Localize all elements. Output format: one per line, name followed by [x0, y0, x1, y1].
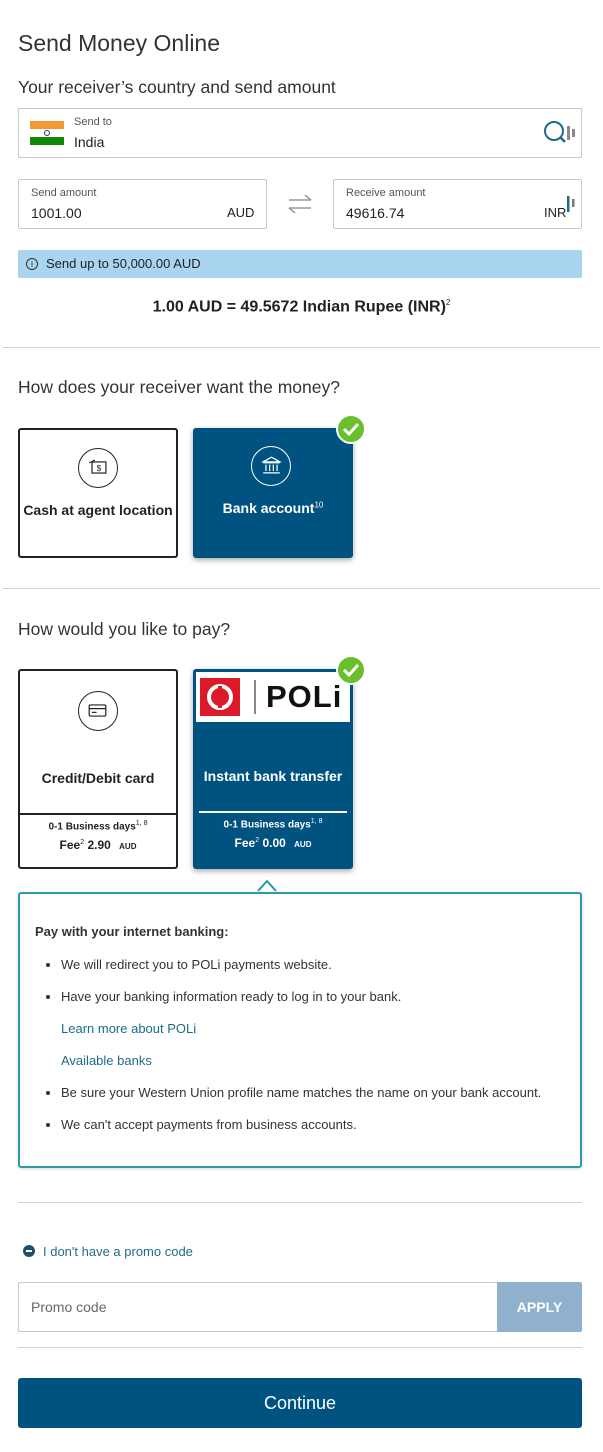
instant-days-text: 0-1 Business days — [223, 819, 311, 831]
card-option-label: Credit/Debit card — [41, 770, 155, 786]
bank-icon — [251, 446, 291, 486]
poli-brand-text: POLi — [266, 679, 343, 714]
bank-option-footnote: 10 — [314, 500, 324, 510]
continue-button[interactable]: Continue — [18, 1378, 582, 1428]
exchange-rate-text: 1.00 AUD = 49.5672 Indian Rupee (INR) — [152, 298, 446, 316]
card-option-days: 0-1 Business days1, 8 — [20, 820, 176, 832]
send-to-value: India — [74, 134, 105, 150]
svg-text:$: $ — [96, 463, 101, 473]
card-option-fee: Fee2 2.90 AUD — [20, 838, 176, 852]
send-limit-info: i Send up to 50,000.00 AUD — [18, 250, 582, 278]
card-option-divider — [20, 813, 176, 815]
instant-transfer-divider — [199, 811, 347, 813]
cash-icon: $ — [78, 448, 118, 488]
send-amount-value: 1001.00 — [31, 205, 82, 221]
instant-transfer-fee: Fee2 0.00 AUD — [193, 836, 353, 850]
poli-info-bullet-text: We will redirect you to POLi payments we… — [61, 957, 332, 972]
poli-info-bullet-text: We can't accept payments from business a… — [61, 1117, 357, 1132]
instant-fee-value: 0.00 — [262, 836, 286, 850]
send-amount-label: Send amount — [31, 187, 97, 199]
search-icon[interactable] — [543, 120, 577, 146]
instant-fee-currency: AUD — [294, 840, 312, 849]
promo-code-placeholder: Promo code — [31, 1299, 107, 1315]
pay-method-heading: How would you like to pay? — [18, 619, 231, 639]
chevron-up-icon — [256, 876, 278, 893]
poli-info-heading: Pay with your internet banking: — [35, 924, 229, 939]
poli-info-panel: Pay with your internet banking: We will … — [18, 892, 582, 1168]
divider — [18, 1347, 582, 1348]
card-option-days-footnote: 1, 8 — [135, 820, 148, 827]
instant-fee-label: Fee — [234, 836, 256, 850]
card-fee-currency: AUD — [119, 842, 137, 851]
selected-check-icon — [336, 655, 366, 685]
receive-amount-value: 49616.74 — [346, 205, 405, 221]
promo-toggle-label: I don't have a promo code — [43, 1244, 193, 1259]
divider — [18, 1202, 582, 1203]
card-fee-value: 2.90 — [87, 838, 111, 852]
poli-info-bullet-text: Be sure your Western Union profile name … — [61, 1085, 542, 1100]
apply-button[interactable]: APPLY — [497, 1282, 582, 1332]
exchange-rate-footnote: 2 — [445, 298, 451, 307]
instant-fee-footnote: 2 — [255, 837, 260, 844]
learn-more-poli-link[interactable]: Learn more about POLi — [61, 1021, 196, 1036]
receive-currency: INR — [544, 205, 567, 220]
cash-option-label: Cash at agent location — [23, 502, 173, 518]
selected-check-icon — [336, 414, 366, 444]
send-to-label: Send to — [74, 116, 112, 128]
card-fee-footnote: 2 — [80, 839, 85, 846]
divider — [3, 347, 600, 348]
receive-option-bank-account[interactable]: Bank account10 — [193, 428, 353, 558]
exchange-rate: 1.00 AUD = 49.5672 Indian Rupee (INR)2 — [0, 298, 603, 316]
card-fee-label: Fee — [59, 838, 81, 852]
receive-method-heading: How does your receiver want the money? — [18, 377, 340, 397]
minus-circle-icon — [23, 1245, 35, 1257]
card-option-days-text: 0-1 Business days — [48, 821, 136, 833]
instant-transfer-days: 0-1 Business days1, 8 — [193, 818, 353, 830]
swap-icon[interactable] — [286, 192, 314, 216]
bank-option-label: Bank account10 — [193, 500, 353, 516]
info-icon: i — [26, 258, 38, 270]
bars-icon — [566, 194, 578, 214]
pay-option-card[interactable]: Credit/Debit card 0-1 Business days1, 8 … — [18, 669, 178, 869]
promo-code-input[interactable]: Promo code — [18, 1282, 498, 1332]
receive-amount-label: Receive amount — [346, 187, 426, 199]
divider — [3, 588, 600, 589]
bank-option-label-text: Bank account — [222, 500, 315, 516]
send-currency: AUD — [227, 205, 255, 220]
available-banks-link[interactable]: Available banks — [61, 1053, 152, 1068]
poli-logo: POLi — [196, 672, 350, 722]
page-title: Send Money Online — [18, 30, 221, 56]
instant-transfer-label: Instant bank transfer — [203, 768, 343, 784]
credit-card-icon — [78, 691, 118, 731]
section-country-heading: Your receiver’s country and send amount — [18, 77, 336, 97]
india-flag-icon — [30, 121, 64, 145]
instant-days-footnote: 1, 8 — [310, 818, 323, 825]
poli-info-bullet-text: Have your banking information ready to l… — [61, 989, 402, 1004]
receive-option-cash[interactable]: $ Cash at agent location — [18, 428, 178, 558]
pay-option-instant-bank-transfer[interactable]: POLi Instant bank transfer 0-1 Business … — [193, 669, 353, 869]
send-limit-text: Send up to 50,000.00 AUD — [46, 256, 201, 271]
australia-post-icon — [200, 678, 240, 716]
